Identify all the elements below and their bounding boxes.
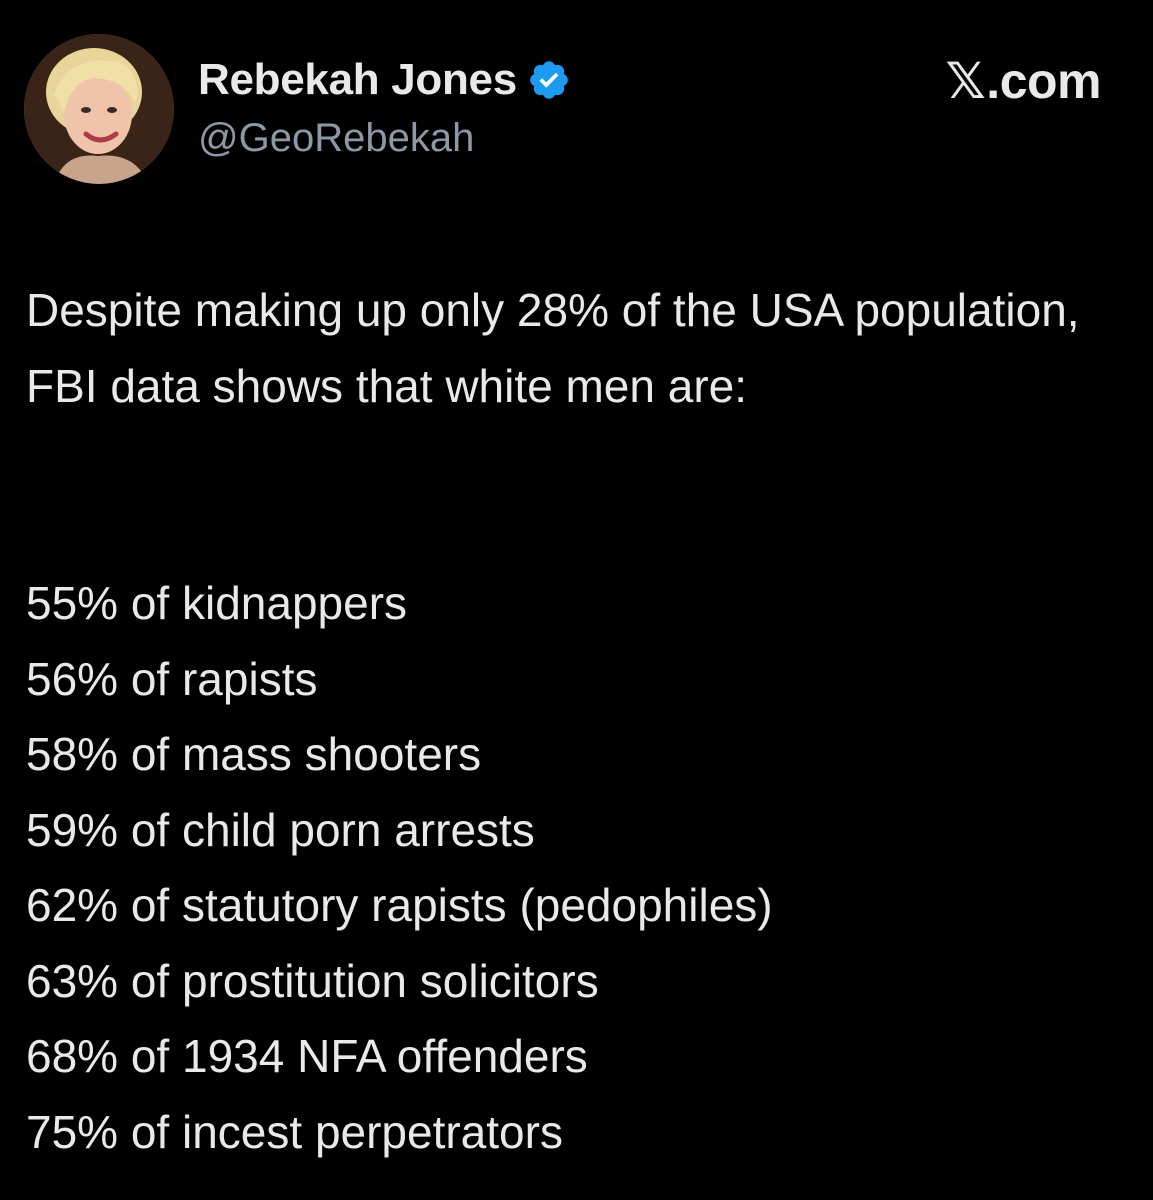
list-item: 68% of 1934 NFA offenders	[26, 1030, 588, 1082]
x-logo-icon: 𝕏	[945, 52, 986, 110]
list-item: 56% of rapists	[26, 652, 318, 705]
brand-watermark: 𝕏 .com	[946, 52, 1102, 110]
list-item: 58% of mass shooters	[26, 728, 482, 780]
verified-badge-icon	[527, 58, 571, 102]
post-stats-list: 55% of kidnappers 56% of rapists 58% of …	[26, 566, 1126, 1170]
post-intro-text: Despite making up only 28% of the USA po…	[26, 284, 1093, 412]
author-display-name[interactable]: Rebekah Jones	[198, 55, 517, 105]
list-item: 59% of child porn arrests	[26, 803, 535, 856]
list-item: 63% of prostitution solicitors	[26, 954, 599, 1007]
post-card: Rebekah Jones @GeoRebekah 𝕏 .com Despite…	[0, 0, 1153, 1200]
author-block: Rebekah Jones @GeoRebekah	[198, 52, 571, 161]
author-handle[interactable]: @GeoRebekah	[198, 116, 571, 161]
author-name-row: Rebekah Jones	[198, 52, 571, 108]
brand-domain: .com	[986, 53, 1101, 109]
list-item: 62% of statutory rapists (pedophiles)	[26, 879, 773, 931]
avatar[interactable]	[24, 34, 174, 184]
list-item: 55% of kidnappers	[26, 577, 408, 629]
list-item: 75% of incest perpetrators	[26, 1105, 563, 1158]
avatar-image	[24, 34, 174, 184]
